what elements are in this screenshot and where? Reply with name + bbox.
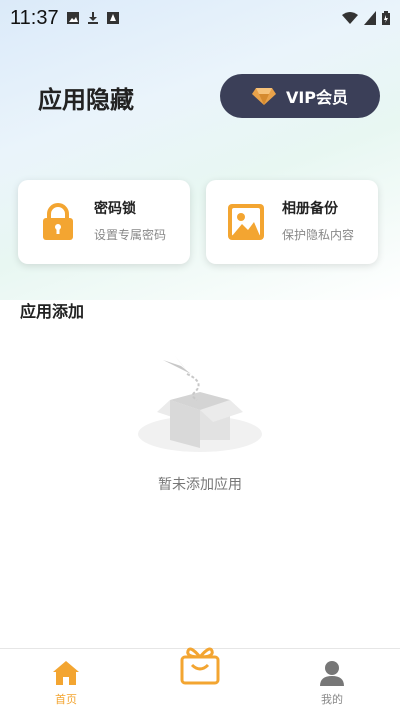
image-icon — [228, 204, 264, 240]
status-time: 11:37 — [10, 6, 59, 29]
bottom-navigation: 首页 我的 — [0, 647, 400, 724]
section-title: 应用添加 — [20, 302, 85, 321]
nav-home-label: 首页 — [55, 693, 77, 706]
nav-home[interactable]: 首页 — [36, 659, 96, 707]
home-icon — [53, 661, 79, 685]
card-subtitle: 保护隐私内容 — [282, 228, 355, 242]
nav-mine-label: 我的 — [321, 693, 343, 706]
lock-icon — [43, 203, 73, 240]
notification-icons — [66, 12, 119, 24]
card-title: 密码锁 — [94, 201, 136, 217]
vip-button[interactable]: VIP会员 — [220, 74, 380, 118]
album-backup-card[interactable]: 相册备份 保护隐私内容 — [206, 180, 378, 264]
diamond-icon — [251, 88, 276, 105]
gallery-notification-icon — [66, 12, 79, 24]
nav-mine[interactable]: 我的 — [302, 659, 362, 707]
battery-icon — [382, 11, 390, 25]
signal-icon — [364, 11, 376, 25]
empty-state-text: 暂未添加应用 — [158, 477, 242, 493]
password-lock-card[interactable]: 密码锁 设置专属密码 — [18, 180, 190, 264]
feature-cards: 密码锁 设置专属密码 相册备份 保护隐私内容 — [18, 180, 382, 264]
status-bar: 11:37 — [0, 0, 400, 36]
status-bar-right — [342, 11, 390, 25]
wifi-icon — [342, 12, 358, 24]
gift-icon[interactable] — [176, 641, 224, 689]
download-notification-icon — [87, 12, 98, 24]
user-icon — [320, 661, 344, 686]
app-notification-icon — [106, 12, 119, 24]
page-header: 应用隐藏 VIP会员 — [0, 70, 400, 130]
vip-button-label: VIP会员 — [285, 88, 349, 107]
status-bar-left: 11:37 — [10, 7, 119, 30]
card-subtitle: 设置专属密码 — [94, 228, 167, 242]
card-title: 相册备份 — [282, 201, 338, 217]
empty-box-illustration — [138, 356, 262, 452]
page-title: 应用隐藏 — [38, 86, 134, 114]
